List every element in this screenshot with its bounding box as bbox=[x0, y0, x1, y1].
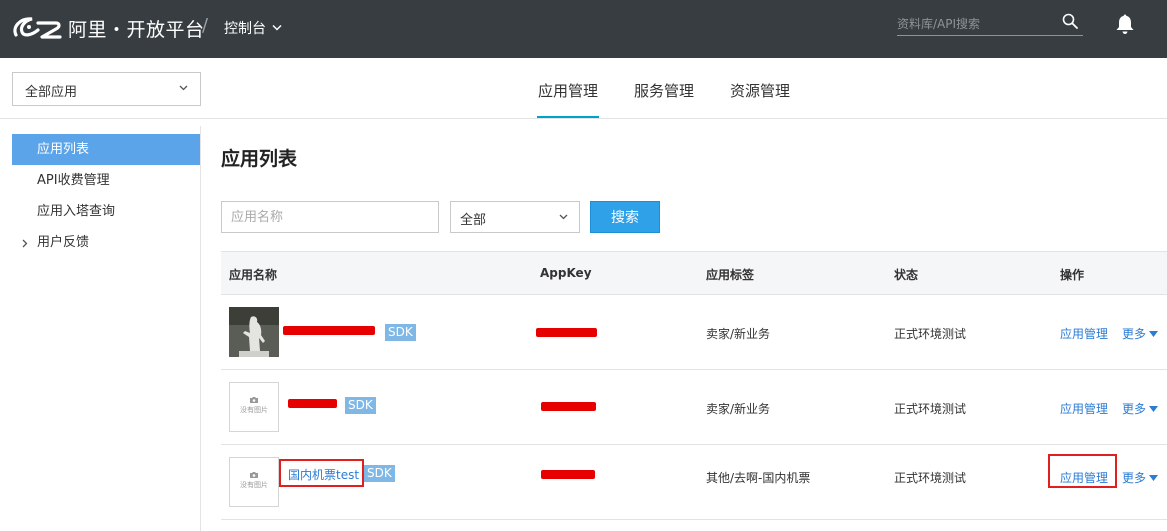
more-actions-dropdown[interactable]: 更多 bbox=[1122, 400, 1159, 417]
sdk-badge: SDK bbox=[345, 397, 376, 414]
redacted-appkey bbox=[541, 402, 596, 411]
app-tag: 卖家/新业务 bbox=[706, 327, 771, 341]
app-filter-dropdown[interactable]: 全部应用 bbox=[12, 72, 201, 106]
app-status: 正式环境测试 bbox=[894, 471, 967, 485]
no-image-placeholder: 没有图片 bbox=[230, 397, 278, 415]
app-status: 正式环境测试 bbox=[894, 402, 967, 416]
app-manage-link[interactable]: 应用管理 bbox=[1060, 325, 1108, 342]
page-title: 应用列表 bbox=[221, 148, 298, 170]
app-status: 正式环境测试 bbox=[894, 327, 967, 341]
table-header: 应用名称 AppKey 应用标签 状态 操作 bbox=[221, 251, 1167, 295]
sdk-badge: SDK bbox=[364, 465, 395, 482]
more-label: 更多 bbox=[1122, 402, 1147, 416]
caret-down-icon bbox=[1149, 474, 1159, 481]
sidebar: 应用列表 API收费管理 应用入塔查询 用户反馈 bbox=[12, 134, 200, 258]
column-header-status: 状态 bbox=[894, 268, 919, 282]
breadcrumb-separator: / bbox=[202, 15, 209, 36]
app-thumbnail: 没有图片 bbox=[229, 457, 279, 507]
no-image-label: 没有图片 bbox=[240, 406, 268, 414]
sidebar-item-user-feedback[interactable]: 用户反馈 bbox=[12, 227, 200, 258]
tab-resource-management[interactable]: 资源管理 bbox=[712, 58, 808, 119]
app-filter-value: 全部应用 bbox=[25, 85, 78, 100]
caret-down-icon bbox=[1149, 330, 1159, 337]
brand-title[interactable]: 阿里・开放平台 bbox=[68, 15, 205, 42]
chevron-down-icon bbox=[272, 24, 282, 31]
redacted-app-name bbox=[288, 399, 337, 408]
category-filter-dropdown[interactable]: 全部 bbox=[450, 201, 580, 233]
alibaba-logo-icon[interactable] bbox=[10, 13, 64, 43]
tab-service-management[interactable]: 服务管理 bbox=[616, 58, 712, 119]
redacted-app-name bbox=[283, 326, 375, 335]
chevron-right-icon bbox=[22, 239, 28, 248]
sidebar-item-app-query[interactable]: 应用入塔查询 bbox=[12, 196, 200, 227]
app-thumbnail: 没有图片 bbox=[229, 382, 279, 432]
sidebar-divider bbox=[200, 126, 201, 531]
chevron-down-icon bbox=[559, 214, 568, 220]
tab-app-management[interactable]: 应用管理 bbox=[520, 58, 616, 119]
app-tag: 卖家/新业务 bbox=[706, 402, 771, 416]
no-image-placeholder: 没有图片 bbox=[230, 472, 278, 490]
more-label: 更多 bbox=[1122, 327, 1147, 341]
column-header-app-tag: 应用标签 bbox=[706, 268, 755, 282]
console-label: 控制台 bbox=[224, 21, 266, 37]
global-search-input[interactable] bbox=[897, 14, 1057, 34]
global-search bbox=[897, 10, 1083, 36]
column-header-actions: 操作 bbox=[1060, 268, 1085, 282]
table-row: 没有图片 SDK 卖家/新业务 正式环境测试 应用管理 更多 bbox=[221, 370, 1167, 445]
app-name-search-input[interactable] bbox=[221, 201, 439, 233]
no-image-label: 没有图片 bbox=[240, 481, 268, 489]
more-label: 更多 bbox=[1122, 471, 1147, 485]
top-bar: 阿里・开放平台 / 控制台 bbox=[0, 0, 1167, 58]
more-actions-dropdown[interactable]: 更多 bbox=[1122, 469, 1159, 486]
category-filter-value: 全部 bbox=[460, 213, 487, 228]
sdk-badge: SDK bbox=[385, 324, 416, 341]
app-manage-link[interactable]: 应用管理 bbox=[1060, 400, 1108, 417]
column-header-appkey: AppKey bbox=[540, 266, 592, 280]
redacted-appkey bbox=[536, 328, 597, 337]
app-tag: 其他/去啊-国内机票 bbox=[706, 471, 811, 485]
app-thumbnail bbox=[229, 307, 279, 357]
column-header-app-name: 应用名称 bbox=[229, 268, 278, 282]
search-button[interactable]: 搜索 bbox=[590, 201, 660, 233]
header-divider bbox=[0, 118, 1167, 119]
app-name-link[interactable]: 国内机票test bbox=[288, 466, 359, 483]
chevron-down-icon bbox=[179, 85, 188, 91]
table-row: 没有图片 国内机票test SDK 其他/去啊-国内机票 正式环境测试 应用管理… bbox=[221, 445, 1167, 520]
sidebar-item-app-list[interactable]: 应用列表 bbox=[12, 134, 200, 165]
bell-icon[interactable] bbox=[1115, 13, 1135, 35]
more-actions-dropdown[interactable]: 更多 bbox=[1122, 325, 1159, 342]
statue-photo-icon bbox=[229, 307, 279, 357]
app-table: 应用名称 AppKey 应用标签 状态 操作 SDK 卖家/新业务 正式环境测试… bbox=[221, 251, 1167, 520]
console-menu[interactable]: 控制台 bbox=[224, 18, 282, 38]
search-icon[interactable] bbox=[1062, 13, 1078, 29]
app-manage-link[interactable]: 应用管理 bbox=[1060, 469, 1108, 486]
table-row: SDK 卖家/新业务 正式环境测试 应用管理 更多 bbox=[221, 295, 1167, 370]
redacted-appkey bbox=[541, 470, 595, 479]
main-nav: 应用管理 服务管理 资源管理 bbox=[520, 58, 808, 119]
sidebar-item-label: 用户反馈 bbox=[37, 235, 90, 250]
sidebar-item-api-billing[interactable]: API收费管理 bbox=[12, 165, 200, 196]
camera-icon bbox=[250, 472, 258, 478]
caret-down-icon bbox=[1149, 405, 1159, 412]
camera-icon bbox=[250, 397, 258, 403]
